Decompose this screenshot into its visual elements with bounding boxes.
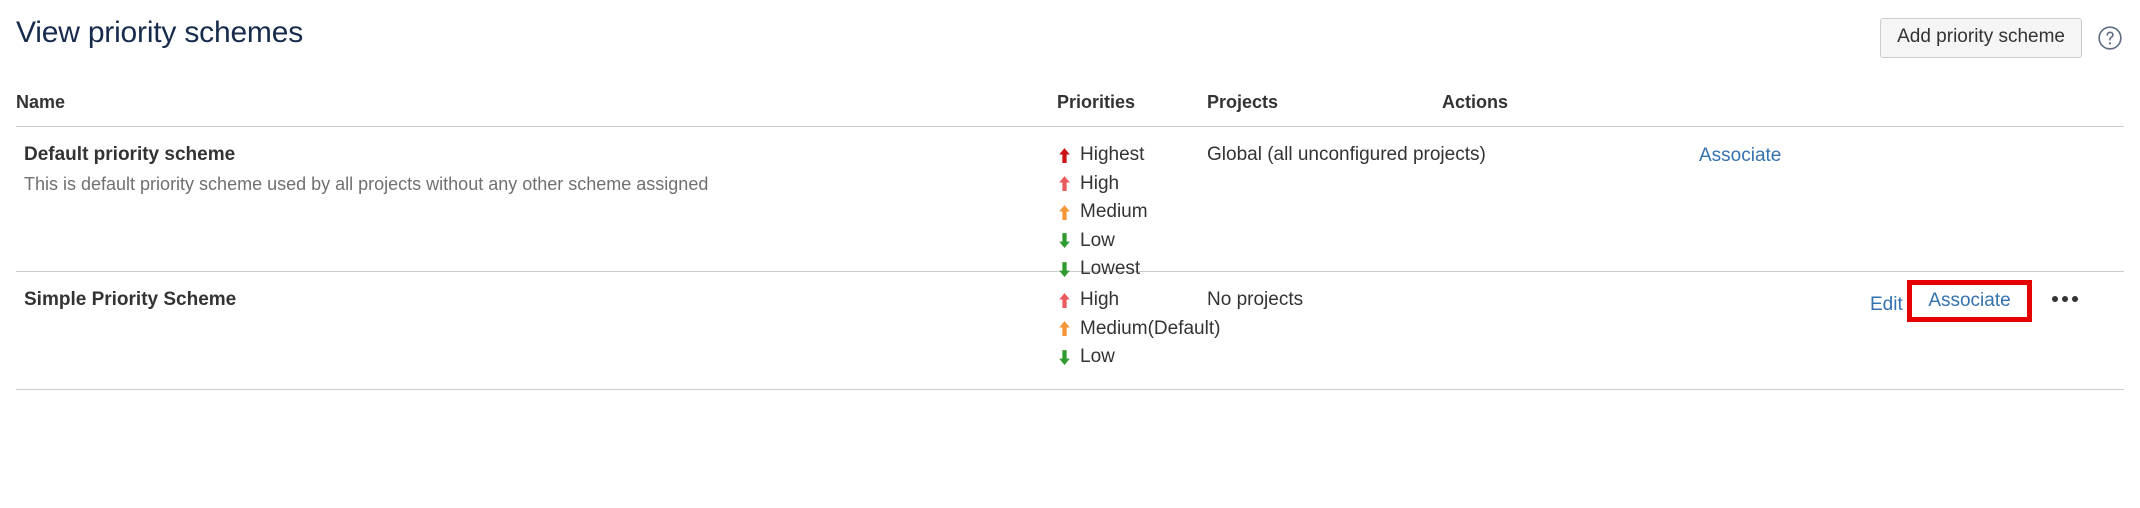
priority-schemes-page: View priority schemes Add priority schem… <box>0 0 2140 508</box>
arrow-up-icon <box>1057 319 1071 338</box>
table-row: Simple Priority Scheme High Medium(Defau… <box>16 272 2124 390</box>
priority-label: Low <box>1080 229 1115 251</box>
priority-label: Highest <box>1080 144 1145 166</box>
column-header-projects: Projects <box>1207 92 1279 112</box>
column-header-name: Name <box>16 92 66 112</box>
scheme-description: This is default priority scheme used by … <box>24 173 709 194</box>
priority-item-medium: Medium <box>1057 198 1207 227</box>
arrow-up-icon <box>1057 291 1071 310</box>
associate-link[interactable]: Associate <box>1928 290 2010 312</box>
highlight-annotation: Associate <box>1907 280 2032 322</box>
priority-item-medium-default: Medium(Default) <box>1057 315 1220 344</box>
priority-item-highest: Highest <box>1057 141 1207 170</box>
arrow-up-icon <box>1057 203 1071 222</box>
edit-link[interactable]: Edit <box>1870 294 1903 316</box>
priority-label: Medium(Default) <box>1080 317 1221 339</box>
scheme-name-cell: Default priority scheme This is default … <box>24 144 1034 195</box>
table-header-row: Name Priorities Projects Actions <box>16 92 2124 127</box>
projects-cell: Global (all unconfigured projects) <box>1207 144 1486 166</box>
projects-value: No projects <box>1207 289 1304 310</box>
priorities-cell: High Medium(Default) Low <box>1057 286 1220 372</box>
priority-label: High <box>1080 289 1120 311</box>
actions-wrapper: Associate <box>1442 144 2122 184</box>
priority-list: High Medium(Default) Low <box>1057 286 1220 372</box>
arrow-up-icon <box>1057 146 1071 165</box>
page-header: View priority schemes Add priority schem… <box>0 0 2140 66</box>
more-options-icon[interactable] <box>2052 296 2078 302</box>
priority-item-low: Low <box>1057 227 1207 256</box>
actions-cell: Associate <box>1442 144 2122 184</box>
priority-list: Highest High Medium Low Lowest <box>1057 141 1207 284</box>
priority-item-high: High <box>1057 170 1207 199</box>
priority-label: High <box>1080 172 1120 194</box>
page-title: View priority schemes <box>16 16 304 49</box>
header-actions: Add priority scheme <box>1880 18 2124 58</box>
priority-schemes-table: Name Priorities Projects Actions Default… <box>16 92 2124 390</box>
actions-cell: Edit Associate <box>1442 280 2122 329</box>
projects-value: Global (all unconfigured projects) <box>1207 144 1486 165</box>
column-header-actions: Actions <box>1442 92 1509 112</box>
arrow-down-icon <box>1057 348 1071 367</box>
help-icon[interactable] <box>2096 24 2124 52</box>
arrow-up-icon <box>1057 174 1071 193</box>
actions-wrapper: Edit Associate <box>1442 280 2122 329</box>
associate-link[interactable]: Associate <box>1699 145 1781 167</box>
scheme-name-cell: Simple Priority Scheme <box>24 289 1034 312</box>
table-row: Default priority scheme This is default … <box>16 127 2124 279</box>
add-priority-scheme-button[interactable]: Add priority scheme <box>1880 18 2082 58</box>
priority-item-low: Low <box>1057 343 1207 372</box>
projects-cell: No projects <box>1207 289 1437 311</box>
column-header-priorities: Priorities <box>1057 92 1136 112</box>
priority-label: Low <box>1080 346 1115 368</box>
scheme-name: Simple Priority Scheme <box>24 289 237 310</box>
arrow-down-icon <box>1057 231 1071 250</box>
priority-label: Medium <box>1080 201 1148 223</box>
scheme-name: Default priority scheme <box>24 144 236 165</box>
priorities-cell: Highest High Medium Low Lowest <box>1057 141 1207 284</box>
priority-item-high: High <box>1057 286 1207 315</box>
